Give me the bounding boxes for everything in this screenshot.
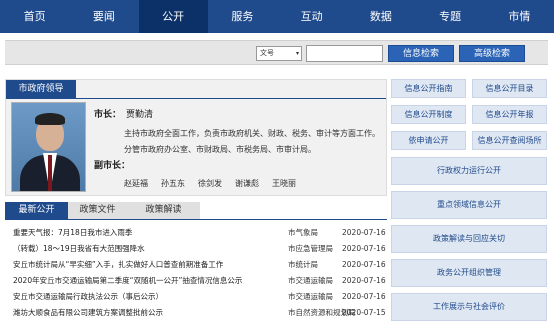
search-bar: 文号 ▾ 信息检索 高级检索 bbox=[5, 40, 548, 65]
key-area-button[interactable]: 重点领域信息公开 bbox=[391, 191, 547, 219]
info-search-button[interactable]: 信息检索 bbox=[388, 45, 454, 62]
vice-mayor-name[interactable]: 赵延福 bbox=[124, 178, 148, 189]
apply-disclosure-button[interactable]: 依申请公开 bbox=[391, 131, 466, 150]
news-source: 市气象局 bbox=[288, 228, 318, 237]
vice-mayor-name[interactable]: 徐剑发 bbox=[198, 178, 222, 189]
mayor-duty-1: 主持市政府全面工作，负责市政府机关、财政、税务、审计等方面工作。 bbox=[124, 129, 380, 138]
news-title[interactable]: 重要天气报：7月18日我市进入雨季 bbox=[13, 225, 132, 241]
news-date: 2020-07-16 bbox=[342, 292, 386, 301]
info-catalog-button[interactable]: 信息公开目录 bbox=[472, 79, 547, 98]
vice-mayor-list: 赵延福 孙五东 徐剑发 谢谦彪 王晓丽 bbox=[124, 178, 296, 189]
vice-mayor-name[interactable]: 谢谦彪 bbox=[235, 178, 259, 189]
news-title[interactable]: 2020年安丘市交通运输局第二季度“双随机一公开”抽查情况信息公示 bbox=[13, 273, 242, 289]
vice-mayor-label: 副市长： bbox=[94, 161, 131, 171]
search-type-value: 文号 bbox=[260, 49, 274, 57]
list-item[interactable]: 安丘市统计局从“早实细”入手，扎实做好人口普查前期准备工作 市统计局 2020-… bbox=[5, 257, 387, 273]
news-title[interactable]: （转载）18～19日我省有大范围强降水 bbox=[13, 241, 145, 257]
divider bbox=[5, 219, 387, 220]
news-tabs: 最新公开 政策文件 政策解读 bbox=[5, 202, 200, 219]
list-item[interactable]: 安丘市交通运输局行政执法公示（事后公示） 市交通运输局 2020-07-16 bbox=[5, 289, 387, 305]
news-date: 2020-07-16 bbox=[342, 244, 386, 253]
news-date: 2020-07-15 bbox=[342, 308, 386, 317]
news-title[interactable]: 安丘市统计局从“早实细”入手，扎实做好人口普查前期准备工作 bbox=[13, 257, 223, 273]
divider bbox=[6, 98, 386, 99]
info-system-button[interactable]: 信息公开制度 bbox=[391, 105, 466, 124]
mayor-duty-2: 分管市政府办公室、市财政局、市税务局、市审计局。 bbox=[124, 145, 316, 154]
info-guide-button[interactable]: 信息公开指南 bbox=[391, 79, 466, 98]
leader-tab[interactable]: 市政府领导 bbox=[6, 80, 76, 98]
news-source: 市应急管理局 bbox=[288, 244, 333, 253]
news-title[interactable]: 安丘市交通运输局行政执法公示（事后公示） bbox=[13, 289, 163, 305]
admin-power-button[interactable]: 行政权力运行公开 bbox=[391, 157, 547, 185]
nav-home[interactable]: 首页 bbox=[0, 0, 69, 33]
news-date: 2020-07-16 bbox=[342, 276, 386, 285]
mayor-photo bbox=[11, 102, 86, 192]
news-source: 市交通运输局 bbox=[288, 276, 333, 285]
nav-topics[interactable]: 专题 bbox=[416, 0, 485, 33]
list-item[interactable]: 2020年安丘市交通运输局第二季度“双随机一公开”抽查情况信息公示 市交通运输局… bbox=[5, 273, 387, 289]
tab-latest[interactable]: 最新公开 bbox=[5, 202, 68, 219]
list-item[interactable]: 重要天气报：7月18日我市进入雨季 市气象局 2020-07-16 bbox=[5, 225, 387, 241]
mayor-label: 市长： bbox=[94, 110, 122, 120]
nav-city-info[interactable]: 市情 bbox=[485, 0, 554, 33]
news-title[interactable]: 潍坊大顺食品有限公司建筑方案调整批前公示 bbox=[13, 305, 163, 321]
annual-report-button[interactable]: 信息公开年报 bbox=[472, 105, 547, 124]
top-nav: 首页 要闻 公开 服务 互动 数据 专题 市情 bbox=[0, 0, 554, 33]
news-date: 2020-07-16 bbox=[342, 228, 386, 237]
org-management-button[interactable]: 政务公开组织管理 bbox=[391, 259, 547, 287]
nav-public[interactable]: 公开 bbox=[138, 0, 208, 33]
search-input[interactable] bbox=[306, 45, 383, 62]
nav-interaction[interactable]: 互动 bbox=[277, 0, 346, 33]
nav-data[interactable]: 数据 bbox=[346, 0, 415, 33]
list-item[interactable]: （转载）18～19日我省有大范围强降水 市应急管理局 2020-07-16 bbox=[5, 241, 387, 257]
reading-location-button[interactable]: 信息公开查阅场所 bbox=[472, 131, 547, 150]
tab-policy-docs[interactable]: 政策文件 bbox=[68, 202, 127, 219]
advanced-search-button[interactable]: 高级检索 bbox=[459, 45, 525, 62]
nav-service[interactable]: 服务 bbox=[208, 0, 277, 33]
mayor-name[interactable]: 贾勤清 bbox=[126, 107, 153, 120]
vice-mayor-name[interactable]: 孙五东 bbox=[161, 178, 185, 189]
vice-mayor-name[interactable]: 王晓丽 bbox=[272, 178, 296, 189]
work-evaluation-button[interactable]: 工作展示与社会评价 bbox=[391, 293, 547, 321]
policy-response-button[interactable]: 政策解读与回应关切 bbox=[391, 225, 547, 253]
chevron-down-icon: ▾ bbox=[295, 50, 299, 57]
news-list: 重要天气报：7月18日我市进入雨季 市气象局 2020-07-16 （转载）18… bbox=[5, 225, 387, 321]
nav-news[interactable]: 要闻 bbox=[69, 0, 138, 33]
news-source: 市交通运输局 bbox=[288, 292, 333, 301]
search-type-select[interactable]: 文号 ▾ bbox=[256, 46, 302, 61]
list-item[interactable]: 潍坊大顺食品有限公司建筑方案调整批前公示 市自然资源和规划局 2020-07-1… bbox=[5, 305, 387, 321]
tab-policy-interpretation[interactable]: 政策解读 bbox=[127, 202, 200, 219]
leader-panel: 市政府领导 市长： 贾勤清 主持市政府全面工作，负责市政府机关、财政、税务、审计… bbox=[5, 79, 387, 196]
news-date: 2020-07-16 bbox=[342, 260, 386, 269]
news-source: 市统计局 bbox=[288, 260, 318, 269]
